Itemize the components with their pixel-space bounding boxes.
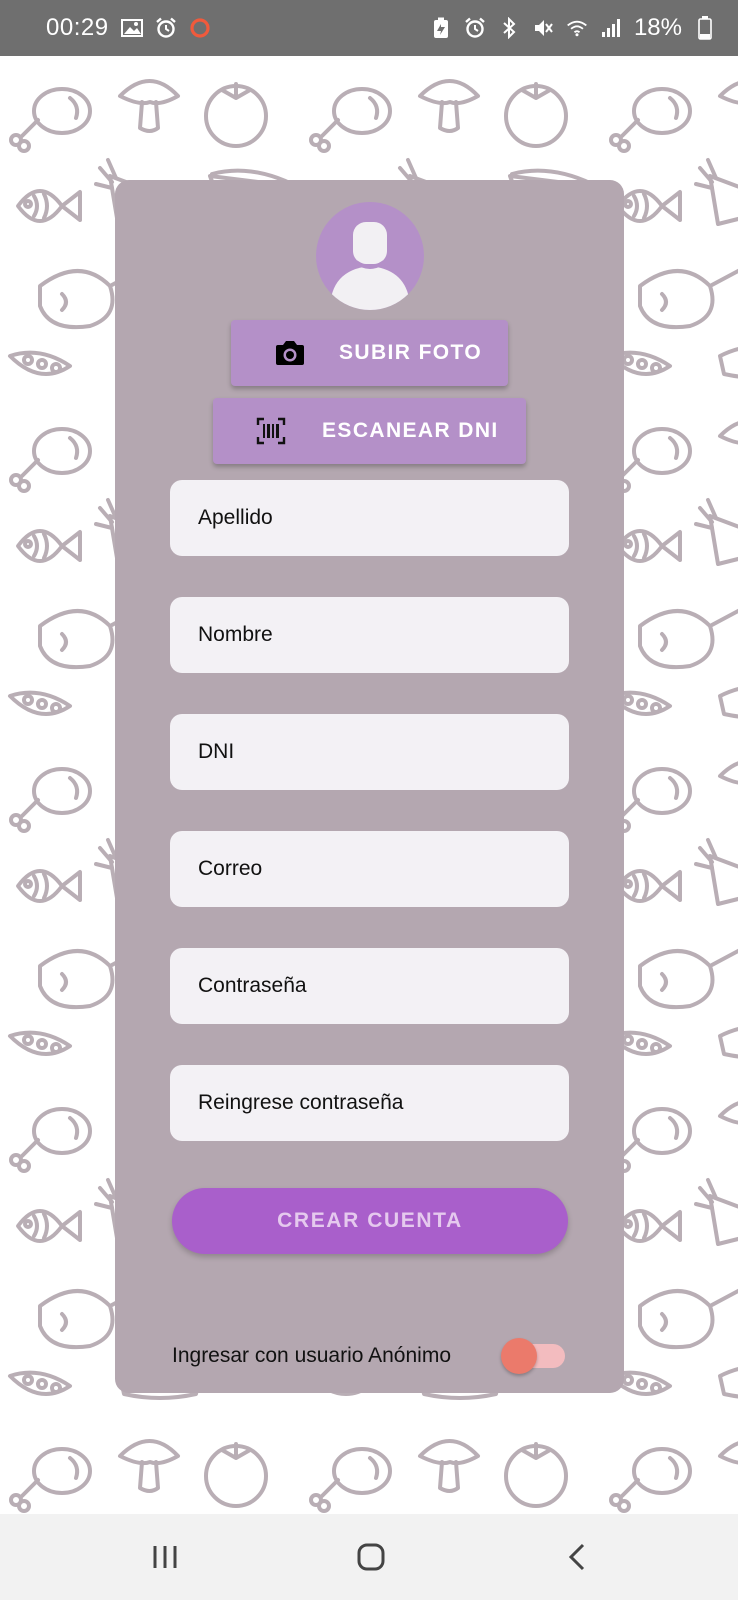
battery-icon bbox=[694, 16, 716, 40]
record-icon bbox=[189, 17, 211, 39]
image-icon bbox=[120, 17, 143, 39]
upload-photo-button[interactable]: SUBIR FOTO bbox=[231, 320, 508, 386]
apellido-field[interactable]: Apellido bbox=[170, 480, 569, 556]
alarm-icon bbox=[155, 17, 177, 39]
recent-apps-button[interactable] bbox=[105, 1514, 225, 1600]
battery-percent: 18% bbox=[633, 14, 682, 41]
barcode-scan-icon bbox=[256, 417, 286, 451]
back-icon bbox=[568, 1543, 585, 1571]
home-icon bbox=[357, 1543, 385, 1571]
bluetooth-icon bbox=[498, 17, 520, 39]
upload-photo-label: SUBIR FOTO bbox=[339, 341, 483, 364]
recent-apps-icon bbox=[153, 1546, 177, 1568]
dni-field[interactable]: DNI bbox=[170, 714, 569, 790]
toggle-thumb bbox=[501, 1338, 537, 1374]
status-time: 00:29 bbox=[46, 14, 109, 41]
anonymous-row: Ingresar con usuario Anónimo bbox=[172, 1338, 572, 1374]
alarm-icon bbox=[464, 17, 486, 39]
home-button[interactable] bbox=[311, 1514, 431, 1600]
mute-icon bbox=[532, 17, 554, 39]
avatar[interactable] bbox=[316, 202, 424, 310]
create-account-button[interactable]: CREAR CUENTA bbox=[172, 1188, 568, 1254]
status-bar: 00:29 18% bbox=[0, 0, 738, 56]
correo-field[interactable]: Correo bbox=[170, 831, 569, 907]
status-left: 00:29 bbox=[46, 14, 211, 42]
scan-dni-label: ESCANEAR DNI bbox=[322, 419, 499, 442]
anonymous-toggle[interactable] bbox=[501, 1338, 571, 1374]
back-button[interactable] bbox=[518, 1514, 638, 1600]
registration-card: SUBIR FOTO ESCANEAR DNI Apellido Nombre … bbox=[115, 180, 624, 1393]
status-right: 18% bbox=[430, 14, 716, 42]
nombre-field[interactable]: Nombre bbox=[170, 597, 569, 673]
password-field[interactable]: Contraseña bbox=[170, 948, 569, 1024]
battery-saver-icon bbox=[430, 17, 452, 39]
signal-icon bbox=[600, 17, 622, 39]
confirm-password-field[interactable]: Reingrese contraseña bbox=[170, 1065, 569, 1141]
anonymous-label: Ingresar con usuario Anónimo bbox=[172, 1344, 451, 1367]
scan-dni-button[interactable]: ESCANEAR DNI bbox=[213, 398, 526, 464]
person-icon bbox=[330, 222, 410, 310]
camera-icon bbox=[274, 339, 306, 373]
navigation-bar bbox=[0, 1514, 738, 1600]
wifi-icon bbox=[566, 17, 588, 39]
